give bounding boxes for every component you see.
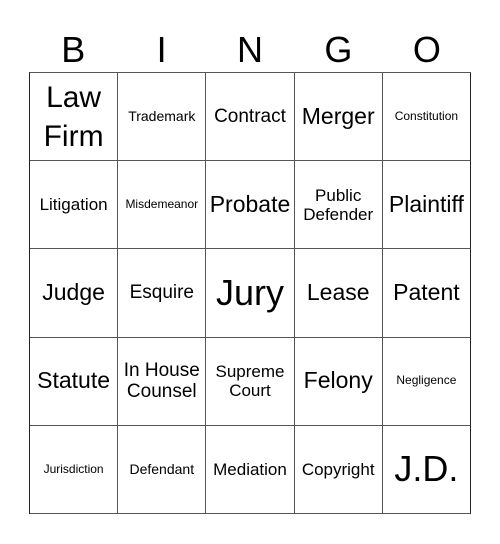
bingo-cell[interactable]: Esquire [118, 249, 207, 338]
bingo-cell-label: Constitution [394, 108, 459, 123]
bingo-cell-label: Lease [306, 279, 370, 306]
bingo-cell[interactable]: Probate [206, 161, 295, 250]
bingo-cell-label: Patent [393, 279, 460, 306]
bingo-cell[interactable]: Lease [294, 249, 383, 338]
bingo-cell[interactable]: J.D. [382, 425, 471, 514]
bingo-cell-label: Merger [301, 102, 375, 129]
bingo-cell[interactable]: Constitution [382, 73, 471, 162]
bingo-cell-label: Jury [215, 271, 284, 313]
bingo-cell-label: Judge [42, 279, 105, 306]
bingo-cell-label: Felony [303, 367, 373, 394]
bingo-cell[interactable]: Public Defender [294, 161, 383, 250]
header-letter-i: I [156, 29, 167, 70]
header-letter-b: B [61, 29, 86, 70]
bingo-cell-label: Probate [209, 190, 291, 217]
bingo-cell[interactable]: Patent [382, 249, 471, 338]
bingo-grid: Law Firm Trademark Contract Merger Constitut… [29, 72, 471, 514]
bingo-cell[interactable]: Defendant [118, 425, 207, 514]
bingo-cell-label: J.D. [394, 448, 459, 490]
bingo-cell[interactable]: Statute [30, 337, 119, 426]
bingo-cell-label: Litigation [39, 195, 108, 215]
header-letter-o: O [412, 29, 441, 70]
bingo-cell-label: Public Defender [303, 185, 374, 224]
bingo-cell[interactable]: Mediation [206, 425, 295, 514]
bingo-cell[interactable]: Trademark [118, 73, 207, 162]
bingo-cell-label: In House Counsel [123, 359, 200, 403]
bingo-cell-label: Trademark [128, 107, 196, 124]
bingo-cell[interactable]: Merger [294, 73, 383, 162]
bingo-cell[interactable]: Jurisdiction [30, 425, 119, 514]
bingo-cell[interactable]: Negligence [382, 337, 471, 426]
bingo-cell[interactable]: Misdemeanor [118, 161, 207, 250]
bingo-cell-label: Defendant [129, 460, 195, 477]
bingo-header: B I N G O [29, 28, 471, 72]
bingo-cell-label: Contract [214, 105, 286, 127]
bingo-cell[interactable]: Copyright [294, 425, 383, 514]
bingo-cell[interactable]: Felony [294, 337, 383, 426]
bingo-cell[interactable]: Jury [206, 249, 295, 338]
bingo-cell-label: Mediation [213, 459, 287, 479]
bingo-cell[interactable]: In House Counsel [118, 337, 207, 426]
bingo-cell-label: Law Firm [43, 80, 104, 153]
bingo-cell[interactable]: Judge [30, 249, 119, 338]
bingo-cell[interactable]: Contract [206, 73, 295, 162]
bingo-cell-label: Misdemeanor [125, 197, 199, 212]
bingo-cell-label: Plaintiff [388, 190, 464, 217]
bingo-cell[interactable]: Litigation [30, 161, 119, 250]
bingo-cell-label: Supreme Court [215, 362, 285, 401]
bingo-cell-label: Jurisdiction [43, 461, 104, 476]
bingo-cell[interactable]: Supreme Court [206, 337, 295, 426]
bingo-cell-label: Negligence [396, 373, 457, 388]
bingo-cell[interactable]: Plaintiff [382, 161, 471, 250]
header-letter-n: N [237, 29, 264, 70]
bingo-cell-label: Esquire [129, 282, 194, 304]
bingo-cell-label: Copyright [301, 459, 375, 479]
bingo-cell[interactable]: Law Firm [30, 73, 119, 162]
bingo-cell-label: Statute [37, 367, 111, 394]
header-letter-g: G [324, 29, 353, 70]
